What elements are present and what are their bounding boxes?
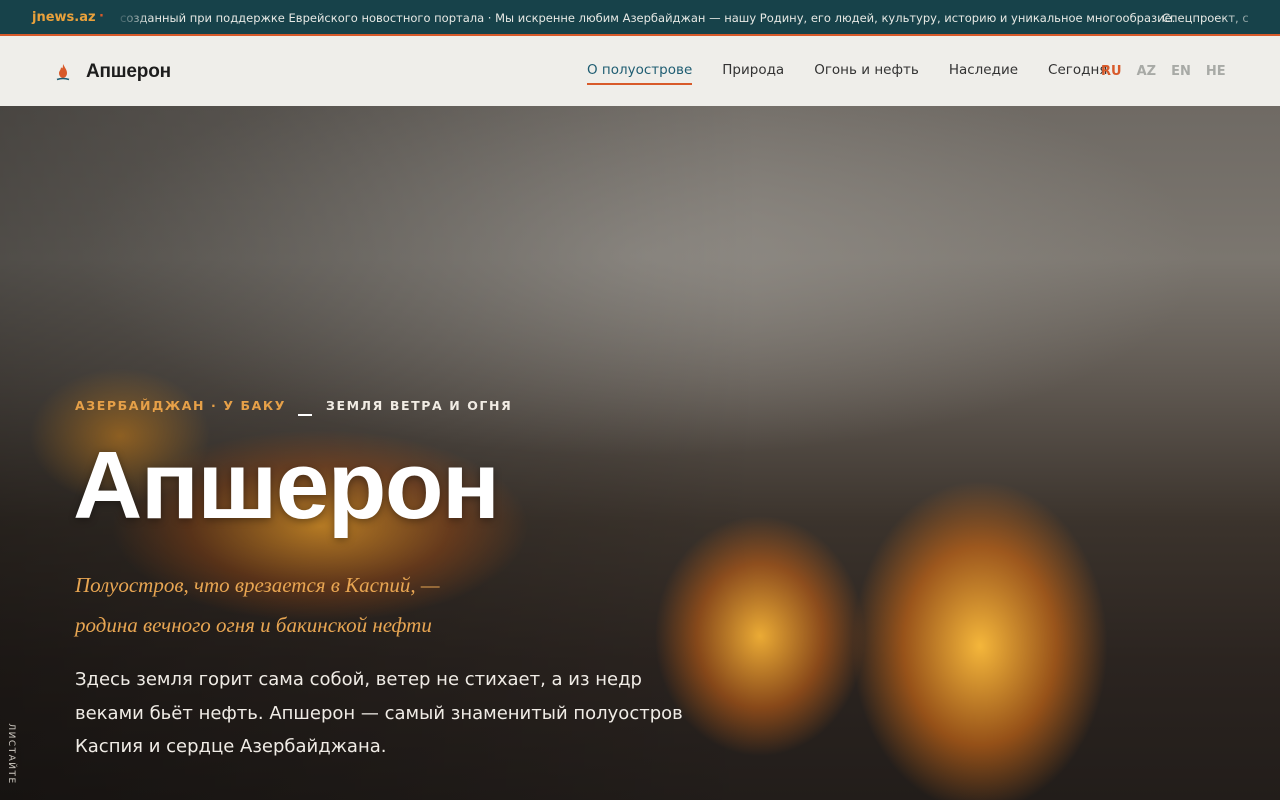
- site-logo[interactable]: Апшерон: [56, 61, 171, 83]
- kicker-divider: [298, 414, 312, 416]
- ticker-fade-left: [112, 0, 152, 34]
- hero-lead: Здесь земля горит сама собой, ветер не с…: [75, 669, 683, 757]
- hero-section: АЗЕРБАЙДЖАН · У БАКУ ЗЕМЛЯ ВЕТРА И ОГНЯ А…: [0, 106, 1280, 800]
- lang-az[interactable]: AZ: [1137, 64, 1157, 79]
- nav-item-fire-oil[interactable]: Огонь и нефть: [814, 62, 919, 85]
- lang-he[interactable]: HE: [1206, 64, 1226, 79]
- main-nav: О полуострове Природа Огонь и нефть Насл…: [587, 62, 1137, 85]
- top-ticker-bar: jnews.az · созданный при поддержке Еврей…: [0, 0, 1280, 36]
- site-header: Апшерон О полуострове Природа Огонь и не…: [0, 36, 1280, 106]
- nav-item-heritage[interactable]: Наследие: [949, 62, 1018, 85]
- ticker-fade-right: [1220, 0, 1280, 34]
- language-switcher: RU AZ EN HE: [1101, 64, 1241, 79]
- hero-subtitle-line-1: Полуостров, что врезается в Каспий, —: [75, 573, 440, 597]
- nav-item-today[interactable]: Сегодня: [1048, 62, 1107, 85]
- ticker-text: созданный при поддержке Еврейского новос…: [120, 11, 1176, 25]
- logo-title: Апшерон: [86, 61, 171, 82]
- ticker-separator: ·: [99, 9, 104, 24]
- hero-subtitle: Полуостров, что врезается в Каспий, — ро…: [75, 565, 595, 645]
- scroll-hint[interactable]: ЛИСТАЙТЕ: [3, 718, 17, 794]
- lang-en[interactable]: EN: [1171, 64, 1191, 79]
- hero-subtitle-line-2: родина вечного огня и бакинской нефти: [75, 613, 432, 637]
- hero-kicker: АЗЕРБАЙДЖАН · У БАКУ ЗЕМЛЯ ВЕТРА И ОГНЯ: [75, 398, 512, 416]
- hero-kicker-location: АЗЕРБАЙДЖАН · У БАКУ: [75, 398, 286, 413]
- hero-kicker-tagline: ЗЕМЛЯ ВЕТРА И ОГНЯ: [326, 398, 513, 413]
- nav-item-about[interactable]: О полуострове: [587, 62, 693, 85]
- hero-title: Апшерон: [73, 432, 500, 539]
- scroll-hint-label: ЛИСТАЙТЕ: [6, 723, 16, 785]
- ticker-brand-link[interactable]: jnews.az: [32, 10, 96, 25]
- lang-ru[interactable]: RU: [1101, 64, 1122, 79]
- nav-item-nature[interactable]: Природа: [722, 62, 784, 85]
- flame-icon: [56, 64, 70, 81]
